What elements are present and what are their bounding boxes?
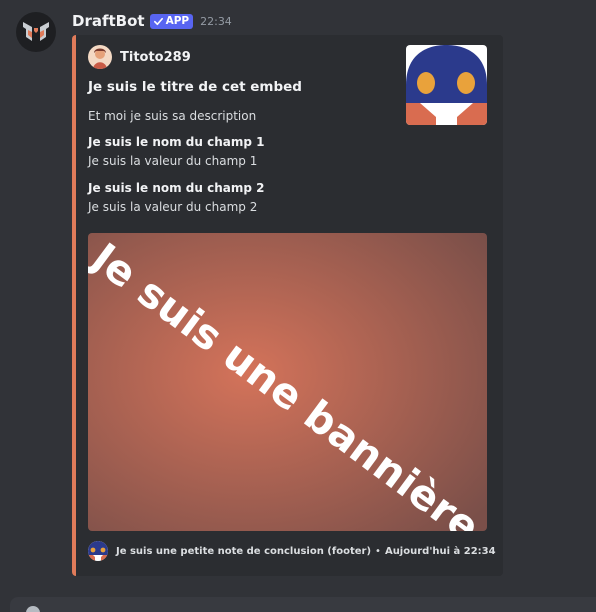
message-header: DraftBot APP 22:34: [72, 11, 232, 31]
embed-footer-timestamp: Aujourd'hui à 22:34: [384, 545, 496, 557]
embed-field-value: Je suis la valeur du champ 1: [88, 154, 258, 168]
app-badge-label: APP: [165, 15, 190, 27]
embed-card: Titoto289 Je suis le titre de cet embed …: [72, 35, 503, 576]
bot-avatar[interactable]: [16, 12, 56, 52]
embed-author-name[interactable]: Titoto289: [120, 50, 191, 65]
footer-avatar-icon: [88, 541, 108, 561]
verified-check-icon: [153, 17, 163, 25]
chat-message: DraftBot APP 22:34 Titoto289 Je suis le …: [0, 0, 596, 612]
message-timestamp[interactable]: 22:34: [200, 15, 232, 28]
embed-field: Je suis le nom du champ 1 Je suis la val…: [88, 135, 264, 168]
app-badge: APP: [149, 13, 194, 29]
embed-footer: Je suis une petite note de conclusion (f…: [88, 541, 496, 561]
footer-separator: •: [375, 545, 381, 557]
embed-title: Je suis le titre de cet embed: [88, 79, 302, 95]
embed-field-value: Je suis la valeur du champ 2: [88, 200, 258, 214]
embed-field-name: Je suis le nom du champ 2: [88, 181, 265, 195]
bot-username[interactable]: DraftBot: [72, 12, 145, 30]
embed-field-name: Je suis le nom du champ 1: [88, 135, 265, 149]
add-attachment-icon[interactable]: [26, 606, 40, 612]
embed-author: Titoto289: [88, 45, 191, 69]
message-composer[interactable]: [10, 597, 596, 612]
embed-field: Je suis le nom du champ 2 Je suis la val…: [88, 181, 264, 214]
embed-description: Et moi je suis sa description: [88, 109, 257, 123]
embed-author-avatar: [88, 45, 112, 69]
draftbot-logo-icon: [23, 22, 49, 41]
embed-footer-text: Je suis une petite note de conclusion (f…: [116, 545, 372, 557]
embed-banner-image[interactable]: Je suis une bannière: [88, 233, 487, 531]
embed-thumbnail[interactable]: [406, 45, 487, 125]
